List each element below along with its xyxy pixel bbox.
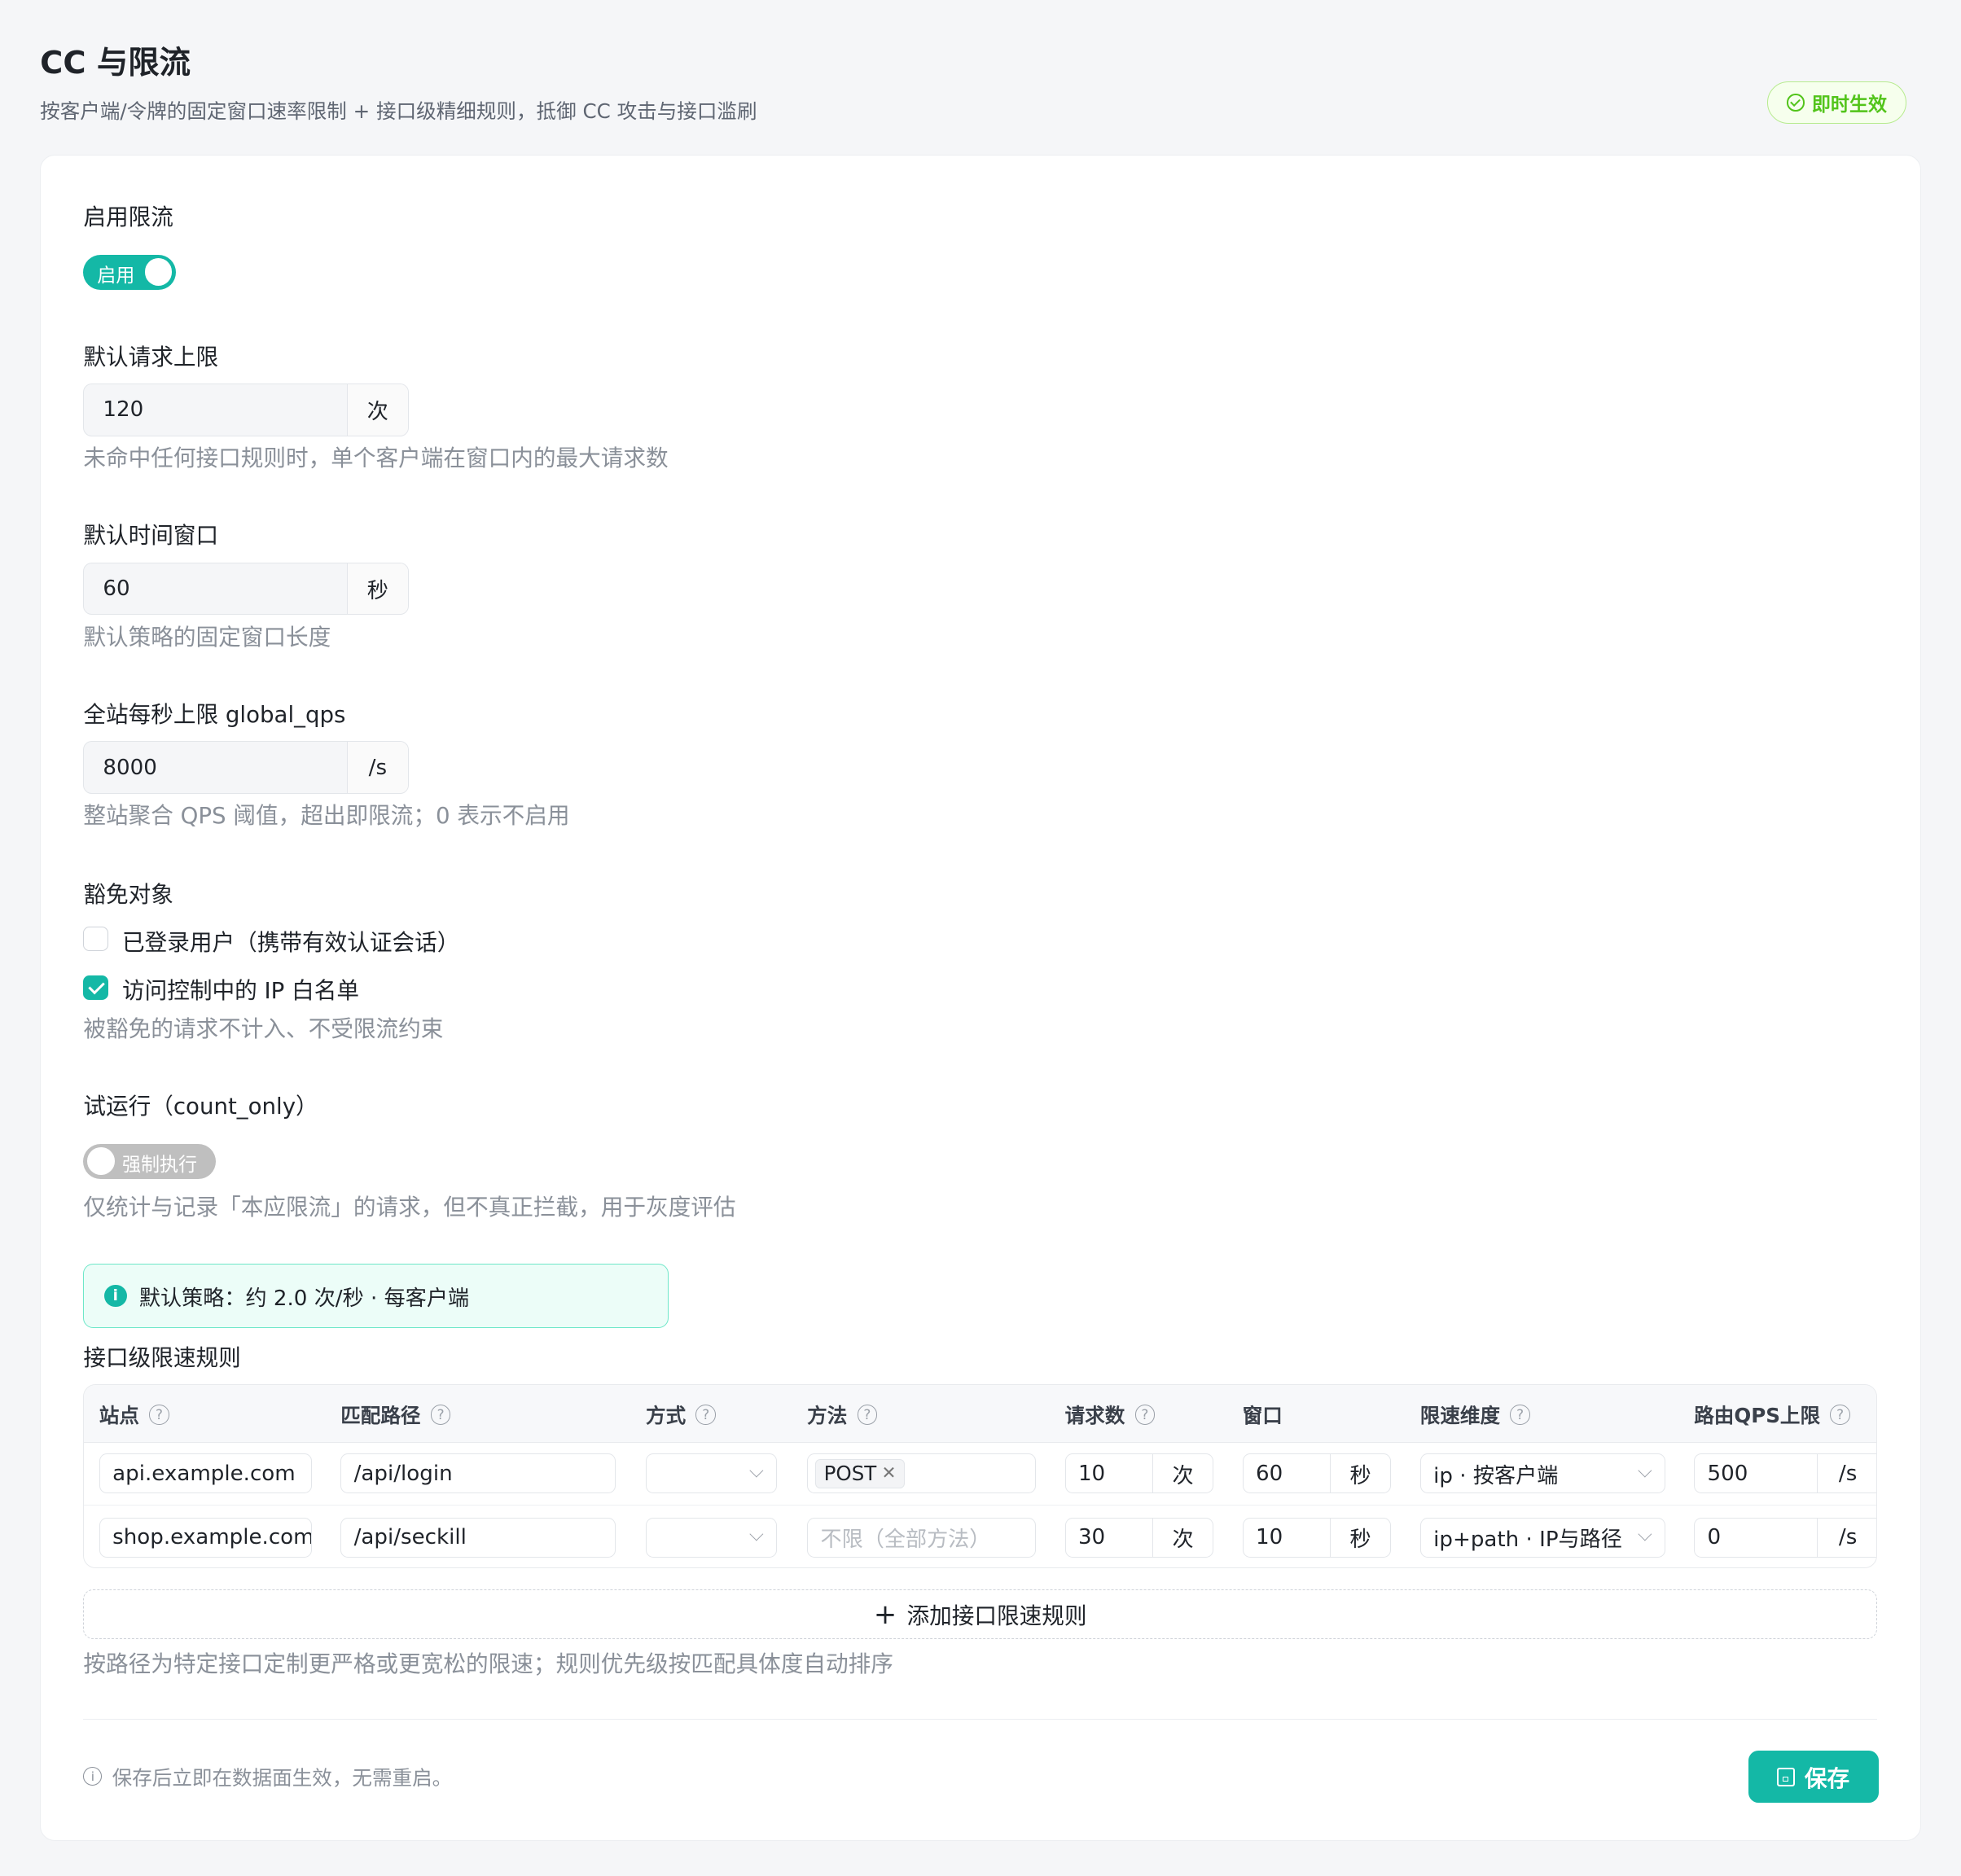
exempt-label: 豁免对象 bbox=[83, 881, 173, 909]
rule-count-input[interactable]: 10 次 bbox=[1064, 1453, 1214, 1494]
global-qps-input[interactable]: 8000 bbox=[84, 742, 347, 793]
help-icon[interactable]: ? bbox=[1830, 1404, 1850, 1425]
default-window-unit: 秒 bbox=[347, 563, 408, 615]
enable-toggle-text: 启用 bbox=[97, 265, 135, 287]
rule-site-input[interactable]: api.example.com bbox=[99, 1453, 312, 1494]
chevron-down-icon bbox=[749, 1463, 764, 1478]
help-icon[interactable]: ? bbox=[1134, 1404, 1156, 1425]
status-badge-label: 即时生效 bbox=[1811, 94, 1888, 116]
global-qps-unit: /s bbox=[347, 742, 408, 793]
toggle-knob bbox=[86, 1147, 115, 1176]
enable-toggle[interactable]: 启用 bbox=[83, 254, 177, 290]
settings-card: 启用限流 启用 默认请求上限 120 次 未命中任何接口规则时，单个客户端在窗口… bbox=[40, 155, 1922, 1841]
global-qps-label: 全站每秒上限 global_qps bbox=[83, 701, 346, 728]
default-window-input-group: 60 秒 bbox=[83, 562, 409, 616]
exempt-logged-in-checkbox[interactable] bbox=[83, 926, 109, 952]
footer-divider bbox=[83, 1719, 1877, 1720]
exempt-help: 被豁免的请求不计入、不受限流约束 bbox=[83, 1015, 444, 1042]
save-icon bbox=[1777, 1767, 1795, 1786]
chevron-down-icon bbox=[749, 1527, 764, 1541]
default-window-input[interactable]: 60 bbox=[84, 563, 347, 615]
add-rule-button[interactable]: + 添加接口限速规则 bbox=[83, 1589, 1877, 1640]
rules-help: 按路径为特定接口定制更严格或更宽松的限速；规则优先级按匹配具体度自动排序 bbox=[83, 1650, 893, 1677]
column-header: 方法? bbox=[807, 1400, 878, 1429]
column-header: 窗口 bbox=[1242, 1404, 1283, 1428]
dry-run-help: 仅统计与记录「本应限流」的请求，但不真正拦截，用于灰度评估 bbox=[83, 1194, 736, 1221]
chevron-down-icon bbox=[1638, 1527, 1652, 1541]
footer-note-text: 保存后立即在数据面生效，无需重启。 bbox=[112, 1765, 453, 1790]
default-limit-help: 未命中任何接口规则时，单个客户端在窗口内的最大请求数 bbox=[83, 445, 669, 472]
rules-table: 站点? 匹配路径? 方式? 方法? 请求数? 窗口 限速维度? 路由QPS上限?… bbox=[83, 1383, 1877, 1568]
rule-window-input[interactable]: 10 秒 bbox=[1242, 1517, 1392, 1558]
plus-icon: + bbox=[873, 1598, 897, 1630]
check-circle-icon bbox=[1787, 94, 1805, 112]
rule-mode-select[interactable] bbox=[646, 1517, 778, 1558]
global-qps-help: 整站聚合 QPS 阈值，超出即限流；0 表示不启用 bbox=[83, 802, 570, 830]
rules-label: 接口级限速规则 bbox=[83, 1343, 241, 1371]
rule-window-input[interactable]: 60 秒 bbox=[1242, 1453, 1392, 1494]
column-header: 站点? bbox=[99, 1400, 169, 1429]
info-icon: i bbox=[83, 1767, 103, 1786]
rule-dimension-select[interactable]: ip+path · IP与路径 bbox=[1419, 1517, 1665, 1558]
help-icon[interactable]: ? bbox=[1510, 1404, 1530, 1425]
page-title: CC 与限流 bbox=[40, 45, 191, 82]
rule-path-input[interactable]: /api/seckill bbox=[340, 1517, 616, 1558]
dry-run-label: 试运行（count_only） bbox=[83, 1092, 318, 1120]
method-tag: POST ✕ bbox=[815, 1458, 905, 1488]
page-subtitle: 按客户端/令牌的固定窗口速率限制 + 接口级精细规则，抵御 CC 攻击与接口滥刷 bbox=[40, 99, 757, 123]
default-window-label: 默认时间窗口 bbox=[83, 522, 219, 550]
rule-method-select[interactable]: POST ✕ bbox=[807, 1453, 1037, 1494]
rule-method-select[interactable]: 不限（全部方法） bbox=[807, 1517, 1037, 1558]
help-icon[interactable]: ? bbox=[695, 1404, 716, 1425]
rules-table-header: 站点? 匹配路径? 方式? 方法? 请求数? 窗口 限速维度? 路由QPS上限? bbox=[84, 1384, 1876, 1444]
rule-qps-input[interactable]: 500/s bbox=[1694, 1453, 1876, 1494]
column-header: 请求数? bbox=[1065, 1400, 1156, 1429]
exempt-logged-in-label[interactable]: 已登录用户（携带有效认证会话） bbox=[122, 924, 459, 957]
default-policy-text: 默认策略：约 2.0 次/秒 · 每客户端 bbox=[138, 1286, 470, 1311]
rule-count-input[interactable]: 30 次 bbox=[1064, 1517, 1214, 1558]
rule-qps-input[interactable]: 0/s bbox=[1694, 1517, 1876, 1558]
toggle-knob bbox=[144, 258, 173, 287]
default-limit-input[interactable]: 120 bbox=[84, 384, 347, 436]
default-limit-input-group: 120 次 bbox=[83, 384, 409, 436]
row-divider bbox=[84, 1505, 1876, 1506]
help-icon[interactable]: ? bbox=[430, 1404, 451, 1425]
close-icon[interactable]: ✕ bbox=[881, 1463, 896, 1484]
footer-note: i 保存后立即在数据面生效，无需重启。 bbox=[83, 1762, 452, 1791]
dry-run-toggle[interactable]: 强制执行 bbox=[83, 1143, 217, 1179]
exempt-ip-whitelist-checkbox[interactable] bbox=[83, 975, 109, 1001]
column-header: 匹配路径? bbox=[340, 1400, 451, 1429]
help-icon[interactable]: ? bbox=[149, 1404, 169, 1425]
save-button-label: 保存 bbox=[1804, 1765, 1850, 1793]
rule-site-input[interactable]: shop.example.com bbox=[99, 1517, 312, 1558]
help-icon[interactable]: ? bbox=[857, 1404, 878, 1425]
column-header: 方式? bbox=[646, 1400, 716, 1429]
rule-dimension-select[interactable]: ip · 按客户端 bbox=[1419, 1453, 1665, 1494]
dry-run-toggle-text: 强制执行 bbox=[121, 1155, 198, 1177]
default-policy-info: i 默认策略：约 2.0 次/秒 · 每客户端 bbox=[83, 1264, 669, 1328]
global-qps-input-group: 8000 /s bbox=[83, 741, 409, 794]
enable-label: 启用限流 bbox=[83, 203, 173, 230]
chevron-down-icon bbox=[1638, 1463, 1652, 1478]
save-button[interactable]: 保存 bbox=[1748, 1750, 1879, 1804]
default-limit-unit: 次 bbox=[347, 384, 408, 436]
exempt-ip-whitelist-label[interactable]: 访问控制中的 IP 白名单 bbox=[122, 972, 359, 1005]
column-header: 限速维度? bbox=[1420, 1400, 1530, 1429]
add-rule-label: 添加接口限速规则 bbox=[906, 1602, 1087, 1630]
column-header: 路由QPS上限? bbox=[1694, 1400, 1850, 1429]
default-window-help: 默认策略的固定窗口长度 bbox=[83, 623, 331, 651]
rule-path-input[interactable]: /api/login bbox=[340, 1453, 616, 1494]
default-limit-label: 默认请求上限 bbox=[83, 343, 219, 370]
rule-mode-select[interactable] bbox=[646, 1453, 778, 1494]
status-badge: 即时生效 bbox=[1767, 81, 1906, 125]
info-icon: i bbox=[103, 1284, 127, 1308]
